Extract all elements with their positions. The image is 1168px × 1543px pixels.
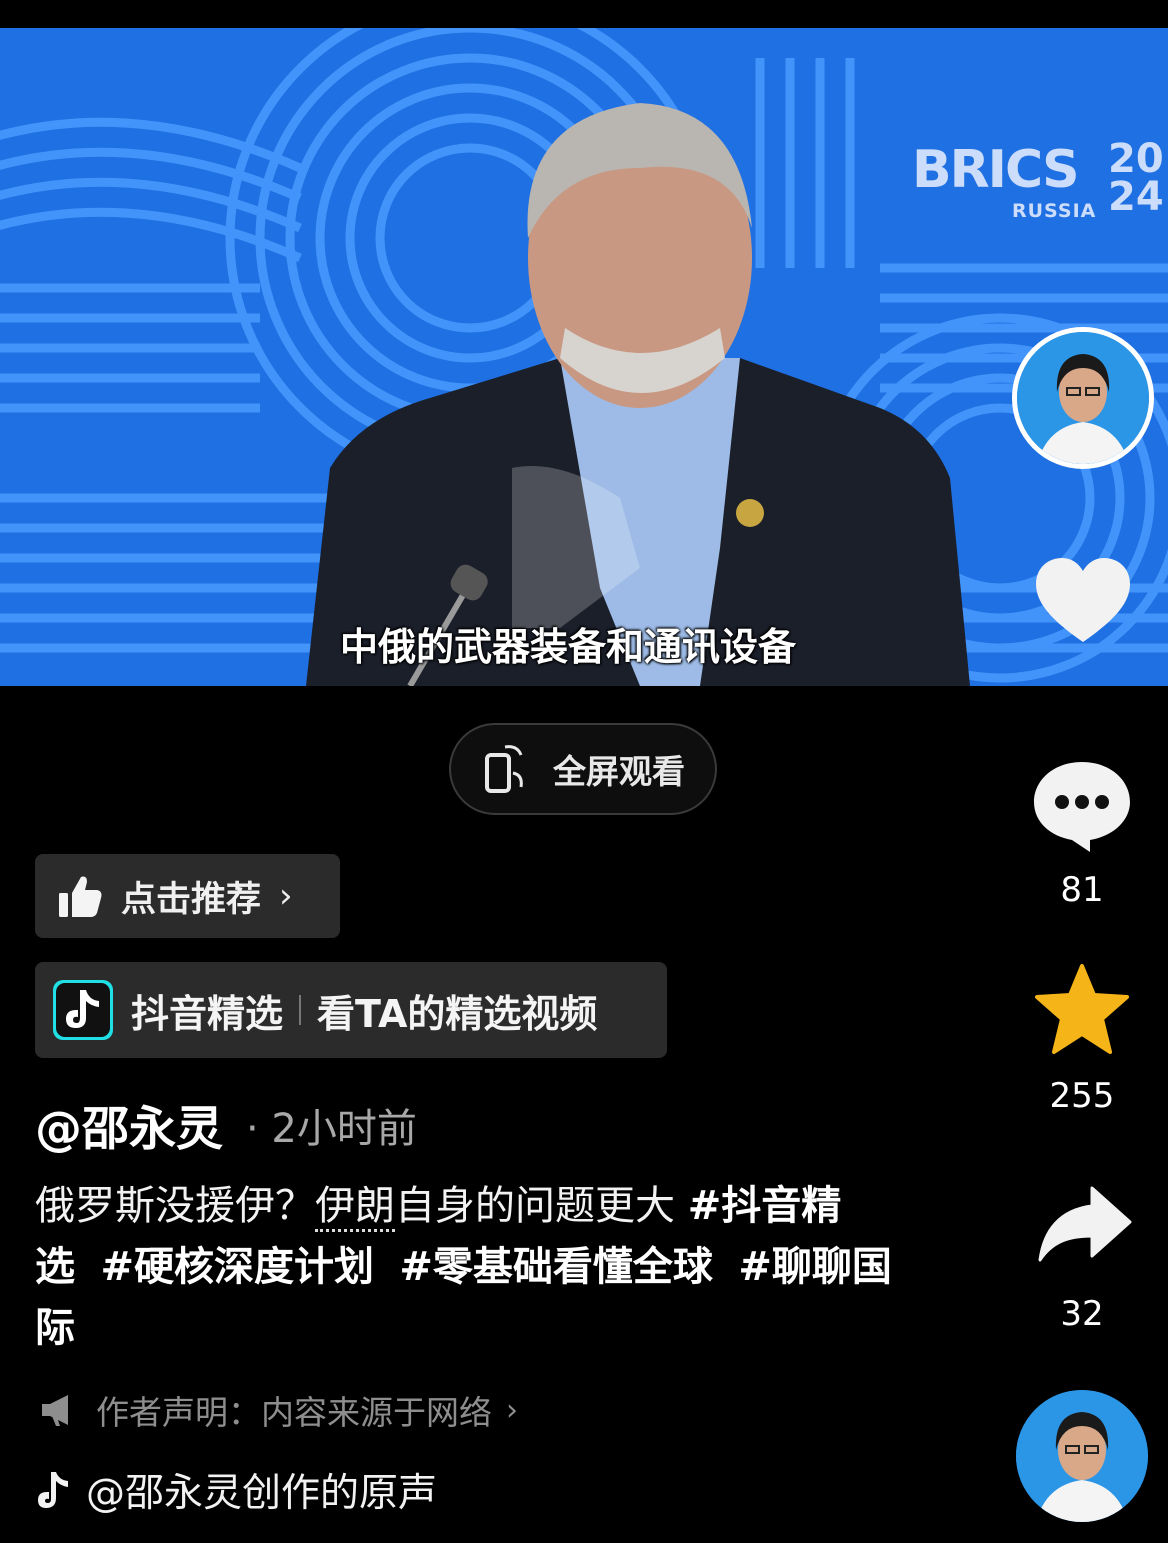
brics-logo-year: 20 24 bbox=[1108, 136, 1164, 220]
statement-text: 作者声明：内容来源于网络 bbox=[96, 1393, 492, 1432]
fullscreen-button[interactable]: 全屏观看 bbox=[449, 723, 717, 815]
caption-text: 俄罗斯没援伊？ bbox=[35, 1183, 315, 1229]
post-time: · 2小时前 bbox=[246, 1106, 417, 1152]
brics-logo: BRICS bbox=[912, 140, 1080, 200]
selected-link: 看TA的精选视频 bbox=[317, 991, 598, 1036]
recommend-button[interactable]: 点击推荐 › bbox=[35, 854, 340, 938]
hashtag[interactable]: #零基础看懂全球 bbox=[399, 1244, 713, 1290]
divider bbox=[299, 995, 302, 1025]
thumbs-up-icon bbox=[59, 876, 102, 917]
heart-icon[interactable] bbox=[1034, 556, 1132, 646]
author-avatar[interactable] bbox=[1012, 327, 1154, 469]
avatar-image bbox=[1016, 1390, 1148, 1522]
share-count: 32 bbox=[1060, 1294, 1104, 1334]
caption-text: 自身的问题更大 bbox=[395, 1183, 688, 1229]
author-statement[interactable]: 作者声明：内容来源于网络 › bbox=[40, 1386, 518, 1434]
video-caption: 俄罗斯没援伊？伊朗自身的问题更大 #抖音精选 #硬核深度计划 #零基础看懂全球 … bbox=[35, 1176, 895, 1359]
comment-count: 81 bbox=[1060, 870, 1104, 910]
selected-brand: 抖音精选 bbox=[131, 991, 284, 1036]
video-subtitle: 中俄的武器装备和通讯设备 bbox=[0, 616, 1168, 671]
douyin-selected-banner[interactable]: 抖音精选 看TA的精选视频 bbox=[35, 962, 667, 1058]
original-sound[interactable]: @邵永灵创作的原声 bbox=[36, 1462, 437, 1518]
favorite-star-icon[interactable] bbox=[1034, 963, 1130, 1055]
music-disc-avatar[interactable] bbox=[1016, 1390, 1148, 1522]
share-arrow-icon[interactable] bbox=[1038, 1184, 1132, 1264]
caption-keyword-link[interactable]: 伊朗 bbox=[315, 1183, 395, 1232]
avatar-image bbox=[1017, 332, 1149, 464]
chevron-right-icon: › bbox=[279, 876, 293, 916]
chevron-right-icon: › bbox=[506, 1392, 518, 1428]
author-name[interactable]: @邵永灵 bbox=[35, 1090, 223, 1159]
brics-logo-sub: RUSSIA bbox=[1012, 200, 1097, 222]
douyin-logo-icon bbox=[53, 980, 113, 1040]
douyin-video-page: BRICS RUSSIA 2024 中俄的武器装备和通讯设备 全屏观看 81 bbox=[0, 0, 1168, 1543]
comment-icon[interactable] bbox=[1032, 758, 1132, 854]
douyin-note-icon bbox=[38, 1472, 68, 1508]
favorite-count: 255 bbox=[1049, 1076, 1115, 1116]
video-player[interactable]: BRICS RUSSIA 20 24 中俄的武器装备和通讯设备 bbox=[0, 28, 1168, 686]
rotate-phone-icon bbox=[485, 745, 523, 793]
video-subtitle-text: 中俄的武器装备和通讯设备 bbox=[339, 625, 796, 669]
recommend-label: 点击推荐 bbox=[121, 879, 262, 920]
fullscreen-label: 全屏观看 bbox=[553, 752, 685, 791]
megaphone-icon bbox=[42, 1395, 68, 1426]
sound-title: @邵永灵创作的原声 bbox=[86, 1471, 438, 1516]
video-frame-background bbox=[0, 28, 1168, 686]
hashtag[interactable]: #硬核深度计划 bbox=[100, 1244, 374, 1290]
